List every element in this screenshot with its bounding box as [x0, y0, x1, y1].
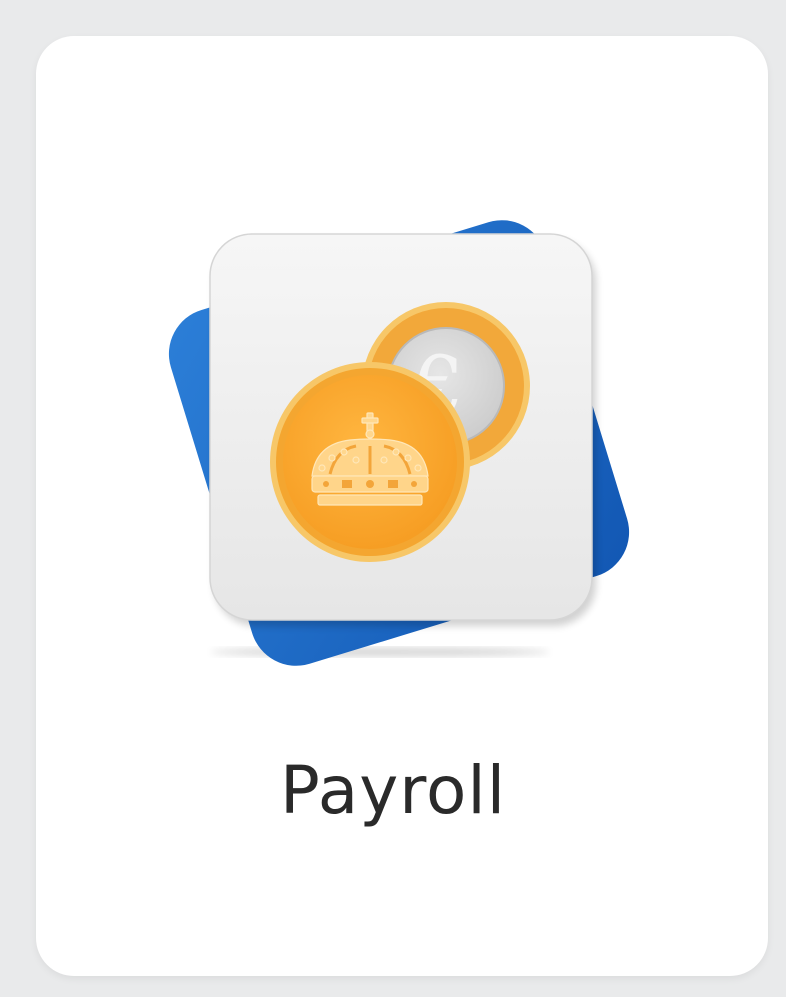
payroll-app-icon[interactable]: € — [0, 0, 786, 700]
crown-coin — [270, 362, 470, 562]
app-label: Payroll — [279, 752, 507, 829]
payroll-coins-icon: € — [168, 220, 630, 666]
